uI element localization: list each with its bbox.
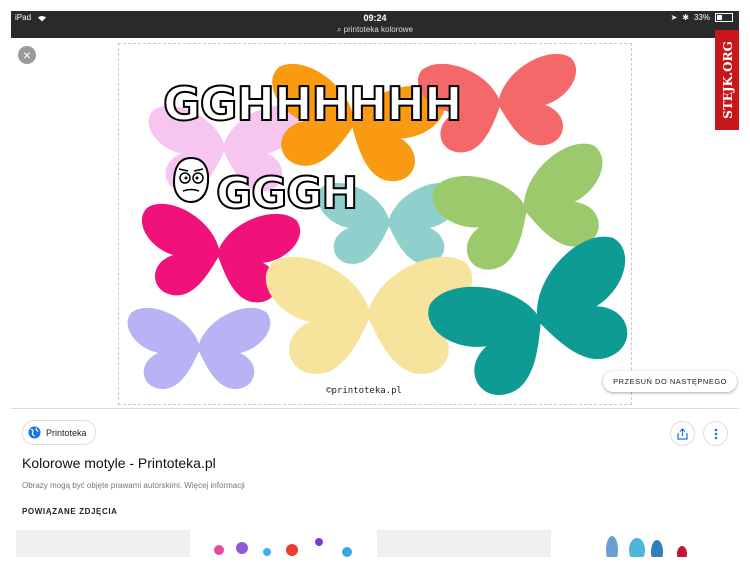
battery-fill	[717, 15, 722, 20]
globe-icon	[28, 426, 41, 439]
location-icon: ➤	[670, 13, 678, 22]
search-icon: ⌕	[336, 25, 344, 34]
status-right: ➤ ✱ 33%	[671, 13, 733, 22]
source-chip[interactable]: Printoteka	[22, 420, 96, 445]
result-title[interactable]: Kolorowe motyle - Printoteka.pl	[22, 455, 216, 471]
butterfly-shape	[127, 307, 271, 389]
watermark-badge: STEJK.ORG	[715, 30, 739, 130]
related-thumbnail[interactable]	[16, 530, 190, 557]
divider	[11, 408, 739, 409]
thumbnail-butterflies	[214, 538, 352, 557]
share-icon	[677, 427, 688, 440]
next-image-button[interactable]: PRZESUŃ DO NASTĘPNEGO	[603, 371, 737, 392]
ipad-screen: iPad 09:24 ⌕ printoteka kolorowe ➤ ✱ 33%…	[11, 11, 739, 557]
close-icon: ×	[22, 47, 32, 63]
thumbnail-butterflies	[606, 536, 687, 557]
butterfly-shape	[422, 229, 631, 404]
source-name: Printoteka	[46, 427, 87, 438]
image-viewer: × ©printoteka.pl GGHHHHHH GGGH STEJK.ORG…	[11, 30, 739, 408]
status-bar: iPad 09:24 ⌕ printoteka kolorowe ➤ ✱ 33%	[11, 11, 739, 38]
image-credit: ©printoteka.pl	[326, 386, 402, 396]
battery-icon	[715, 13, 733, 22]
related-thumbnail[interactable]	[197, 530, 371, 557]
related-heading: POWIĄZANE ZDJĘCIA	[22, 507, 118, 516]
copyright-notice: Obrazy mogą być objęte prawami autorskim…	[22, 481, 245, 490]
bluetooth-icon: ✱	[682, 13, 689, 22]
more-options-button[interactable]	[703, 421, 728, 446]
more-vert-icon	[714, 428, 717, 439]
watermark-text: STEJK.ORG	[721, 41, 735, 119]
related-thumbnail[interactable]	[377, 530, 551, 557]
address-bar[interactable]: ⌕ printoteka kolorowe	[11, 25, 739, 35]
related-thumbnail[interactable]	[557, 530, 733, 557]
rage-face-icon	[172, 156, 210, 204]
url-text: printoteka kolorowe	[343, 25, 414, 34]
share-button[interactable]	[670, 421, 695, 446]
close-button[interactable]: ×	[18, 46, 36, 64]
meme-caption-top: GGHHHHHH	[162, 76, 464, 132]
meme-caption-bottom: GGGH	[215, 167, 359, 220]
clock: 09:24	[363, 13, 387, 23]
battery-percent: 33%	[693, 13, 710, 22]
